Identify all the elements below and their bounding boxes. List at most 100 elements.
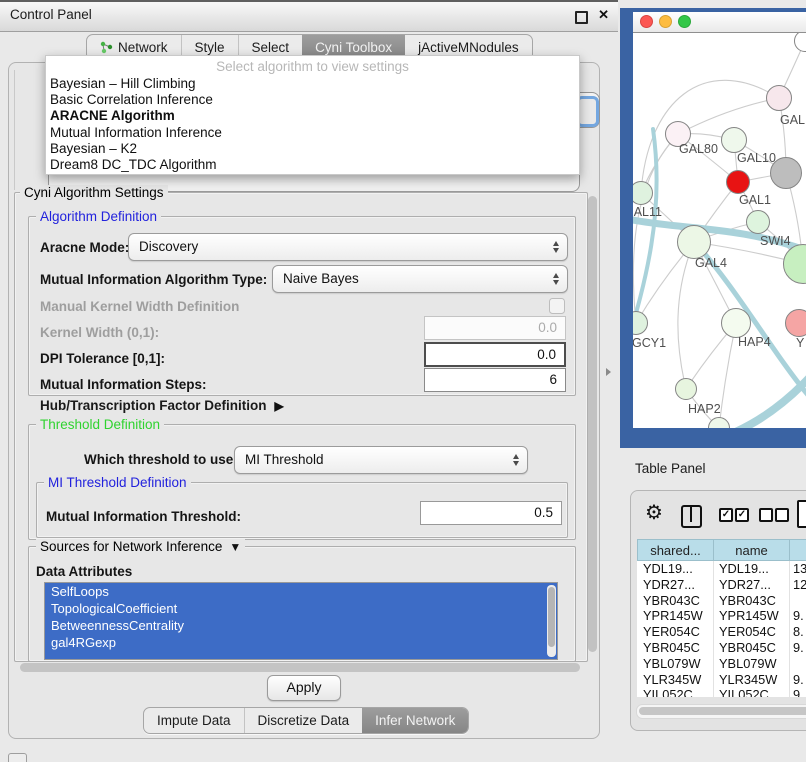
table-row[interactable]: YLR345WYLR345W9. [637, 672, 806, 688]
network-node[interactable] [721, 308, 751, 338]
table-cell: YIL052C [637, 687, 713, 697]
network-canvas[interactable]: GALGAL80GAL10GAL1GAL11SWI4GAL4HAP4YGCY1H… [633, 33, 806, 428]
table-row[interactable]: YDR27...YDR27...12 [637, 577, 806, 593]
collapsed-panel-button[interactable] [8, 753, 27, 762]
attribute-item-partial[interactable] [45, 651, 557, 660]
algorithm-option[interactable]: Basic Correlation Inference [46, 92, 579, 108]
table-row[interactable]: YBL079WYBL079W [637, 656, 806, 672]
table-row[interactable]: YDL19...YDL19...13 [637, 561, 806, 577]
table-cell: 12 [789, 577, 806, 593]
select-all-check-icon[interactable]: ✓ [735, 508, 749, 522]
settings-horizontal-scrollbar[interactable] [20, 663, 580, 672]
deselect-all-icon[interactable] [775, 508, 789, 522]
hidden-groupbox-edge [14, 70, 15, 190]
table-cell: YPR145W [637, 608, 713, 624]
close-panel-icon[interactable]: ✕ [598, 7, 609, 23]
table-cell: 13 [789, 561, 806, 577]
table-settings-gear-icon[interactable]: ⚙ [645, 503, 663, 523]
panel-title: Control Panel [10, 7, 92, 22]
table-cell: YDL19... [713, 561, 789, 577]
table-row[interactable]: YBR043CYBR043C [637, 593, 806, 609]
which-threshold-select[interactable]: MI Threshold [234, 446, 528, 474]
attribute-item[interactable]: TopologicalCoefficient [45, 600, 557, 617]
aracne-mode-select[interactable]: Discovery [128, 233, 568, 261]
panel-divider-handle[interactable] [606, 368, 611, 376]
network-node[interactable] [677, 225, 711, 259]
table-cell: YER054C [637, 624, 713, 640]
table-scroll-thumb[interactable] [639, 707, 806, 715]
attribute-item[interactable]: BetweennessCentrality [45, 617, 557, 634]
mi-algorithm-type-select[interactable]: Naive Bayes [272, 265, 568, 293]
table-row[interactable]: YPR145WYPR145W9. [637, 608, 806, 624]
deselect-all-icon[interactable] [759, 508, 773, 522]
data-attributes-label: Data Attributes [36, 564, 132, 579]
kernel-width-label: Kernel Width (0,1): [40, 325, 159, 340]
network-node-label: SWI4 [760, 234, 791, 248]
zoom-window-icon[interactable] [678, 15, 691, 28]
hub-definition-expander[interactable]: Hub/Transcription Factor Definition ▶ [40, 398, 284, 413]
sources-group-title[interactable]: Sources for Network Inference ▼ [36, 539, 245, 554]
algorithm-dropdown-placeholder: Select algorithm to view settings [46, 56, 579, 76]
network-node[interactable] [726, 170, 750, 194]
kernel-width-field[interactable]: 0.0 [424, 316, 566, 340]
attribute-list: SelfLoopsTopologicalCoefficientBetweenne… [45, 583, 557, 651]
manual-kernel-checkbox[interactable] [549, 298, 565, 314]
control-panel-titlebar: Control Panel ✕ [0, 0, 618, 32]
column-header-shared-name[interactable]: shared... [637, 539, 713, 561]
tab-impute-data[interactable]: Impute Data [144, 708, 244, 733]
algorithm-option[interactable]: Bayesian – Hill Climbing [46, 76, 579, 92]
attribute-item[interactable]: SelfLoops [45, 583, 557, 600]
network-icon [100, 41, 113, 54]
table-cell: YLR345W [637, 672, 713, 688]
attribute-item[interactable]: gal4RGexp [45, 634, 557, 651]
dpi-tolerance-field[interactable]: 0.0 [424, 342, 566, 367]
table-cell: YBL079W [713, 656, 789, 672]
settings-group-title: Cyni Algorithm Settings [20, 185, 168, 200]
network-node[interactable] [746, 210, 770, 234]
algorithm-option[interactable]: Mutual Information Inference [46, 125, 579, 141]
algorithm-definition-title: Algorithm Definition [36, 209, 161, 224]
network-node[interactable] [785, 309, 806, 337]
mi-algorithm-type-label: Mutual Information Algorithm Type: [40, 272, 267, 287]
attribute-list-scrollbar[interactable] [547, 585, 556, 657]
column-header-partial[interactable] [789, 539, 806, 561]
table-row[interactable]: YER054CYER054C8. [637, 624, 806, 640]
algorithm-option[interactable]: ARACNE Algorithm [46, 108, 579, 124]
algorithm-option[interactable]: Dream8 DC_TDC Algorithm [46, 157, 579, 173]
attribute-list-scroll-thumb[interactable] [548, 587, 555, 647]
table-horizontal-scrollbar[interactable] [636, 704, 806, 719]
network-window-titlebar[interactable] [633, 12, 806, 33]
network-node[interactable] [770, 157, 802, 189]
tab-infer-network[interactable]: Infer Network [362, 708, 468, 733]
table-cell: 9. [789, 608, 806, 624]
table-row[interactable]: YBR045CYBR045C9. [637, 640, 806, 656]
mi-threshold-field[interactable]: 0.5 [420, 501, 562, 525]
network-node[interactable] [766, 85, 792, 111]
select-all-check-icon[interactable]: ✓ [719, 508, 733, 522]
spinner-arrows-icon [513, 454, 519, 466]
network-node[interactable] [675, 378, 697, 400]
minimize-window-icon[interactable] [659, 15, 672, 28]
table-cell: 8. [789, 624, 806, 640]
table-row[interactable]: YIL052CYIL052C9. [637, 687, 806, 697]
network-view-frame: GALGAL80GAL10GAL1GAL11SWI4GAL4HAP4YGCY1H… [620, 8, 806, 448]
table-cell: 9. [789, 687, 806, 697]
mi-steps-field[interactable]: 6 [424, 368, 566, 392]
algorithm-option[interactable]: Bayesian – K2 [46, 141, 579, 157]
network-node-label: Y [796, 336, 804, 350]
float-panel-icon[interactable] [575, 11, 588, 24]
tab-discretize-data[interactable]: Discretize Data [244, 708, 363, 733]
table-cell: YDL19... [637, 561, 713, 577]
algorithm-dropdown: Select algorithm to view settings Bayesi… [45, 55, 580, 175]
export-table-icon[interactable] [797, 500, 806, 528]
network-node[interactable] [721, 127, 747, 153]
table-cell: YBR045C [713, 640, 789, 656]
expand-right-icon: ▶ [275, 399, 284, 413]
close-window-icon[interactable] [640, 15, 653, 28]
settings-vertical-scrollbar[interactable] [588, 196, 597, 652]
dpi-tolerance-label: DPI Tolerance [0,1]: [40, 351, 165, 366]
control-panel: Control Panel ✕ Network Style Select [0, 0, 618, 762]
column-layout-icon[interactable] [681, 505, 702, 528]
apply-button[interactable]: Apply [267, 675, 341, 701]
column-header-name[interactable]: name [713, 539, 789, 561]
